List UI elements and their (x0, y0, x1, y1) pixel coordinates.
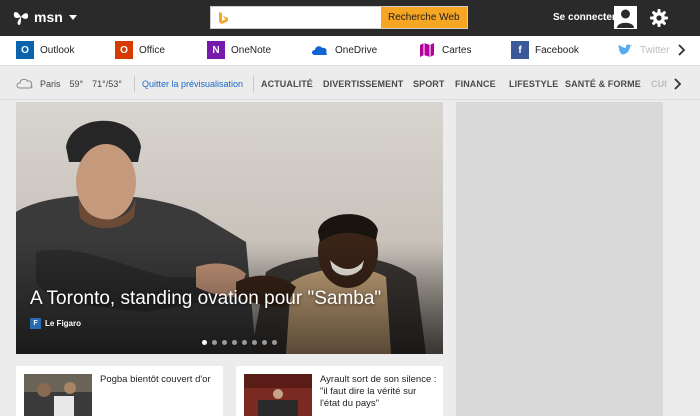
cloud-icon (16, 78, 33, 89)
quit-preview-link[interactable]: Quitter la prévisualisation (142, 79, 243, 89)
app-office[interactable]: O Office (115, 41, 165, 59)
hero-source-label: Le Figaro (45, 319, 82, 328)
hero-source: F Le Figaro (30, 318, 81, 329)
nav-item-finance[interactable]: FINANCE (455, 79, 496, 89)
app-onedrive-label: OneDrive (335, 44, 378, 56)
nav-item-actualite[interactable]: ACTUALITÉ (261, 79, 313, 89)
news-card[interactable]: Ayrault sort de son silence : "il faut d… (236, 366, 443, 416)
maps-icon (418, 41, 436, 59)
news-thumbnail (24, 374, 92, 416)
nav-item-cuisine[interactable]: CUI (651, 79, 667, 89)
chevron-right-icon[interactable] (676, 44, 686, 56)
slide-dot[interactable] (212, 340, 217, 345)
slide-dot[interactable] (232, 340, 237, 345)
app-cartes[interactable]: Cartes (418, 41, 471, 59)
msn-logo[interactable]: msn (12, 8, 77, 26)
app-twitter[interactable]: Twitter (616, 41, 669, 59)
outlook-icon: O (16, 41, 34, 59)
slide-dot[interactable] (222, 340, 227, 345)
app-outlook-label: Outlook (40, 44, 75, 56)
app-outlook[interactable]: O Outlook (16, 41, 74, 59)
onedrive-icon (311, 41, 329, 59)
divider (253, 76, 254, 92)
nav-item-divertissement[interactable]: DIVERTISSEMENT (323, 79, 403, 89)
signin-link[interactable]: Se connecter (553, 12, 616, 23)
nav-item-lifestyle[interactable]: LIFESTYLE (509, 79, 558, 89)
slide-dot[interactable] (252, 340, 257, 345)
hero-headline[interactable]: A Toronto, standing ovation pour "Samba" (30, 288, 381, 310)
search-input[interactable] (234, 7, 381, 28)
app-onenote-label: OneNote (231, 44, 272, 56)
web-search-button[interactable]: Recherche Web (380, 7, 467, 28)
bing-icon (211, 7, 235, 28)
news-thumbnail (244, 374, 312, 416)
butterfly-icon (13, 12, 29, 25)
office-icon: O (115, 41, 133, 59)
hero-image (16, 102, 443, 354)
slide-dot[interactable] (262, 340, 267, 345)
news-card-title: Ayrault sort de son silence : "il faut d… (320, 374, 437, 409)
app-onedrive[interactable]: OneDrive (311, 41, 377, 59)
weather-temp: 59° (69, 78, 84, 89)
le-figaro-logo-icon: F (30, 318, 41, 329)
weather-city: Paris (40, 78, 61, 89)
hero-slideshow[interactable]: A Toronto, standing ovation pour "Samba"… (16, 102, 443, 354)
chevron-down-icon[interactable] (68, 14, 77, 20)
gear-icon[interactable] (649, 8, 669, 28)
weather-range: 71°/53° (92, 78, 122, 89)
slide-dot[interactable] (202, 340, 207, 345)
news-card-title: Pogba bientôt couvert d'or (100, 374, 211, 385)
avatar-icon[interactable] (614, 6, 637, 29)
category-nav: Paris 59° 71°/53° Quitter la prévisualis… (0, 68, 700, 100)
news-card[interactable]: Pogba bientôt couvert d'or (16, 366, 223, 416)
slide-indicators (202, 340, 282, 345)
app-facebook[interactable]: f Facebook (511, 41, 579, 59)
msn-logo-text: msn (34, 9, 63, 25)
app-office-label: Office (139, 44, 165, 56)
apps-bar: O Outlook O Office N OneNote OneDrive Ca… (0, 36, 700, 66)
search-box: Recherche Web (210, 6, 468, 29)
slide-dot[interactable] (242, 340, 247, 345)
twitter-icon (616, 41, 634, 59)
app-twitter-label: Twitter (640, 44, 670, 56)
nav-item-sante-forme[interactable]: SANTÉ & FORME (565, 79, 641, 89)
top-bar: msn Recherche Web Se connecter (0, 0, 700, 36)
nav-item-sport[interactable]: SPORT (413, 79, 445, 89)
slide-dot[interactable] (272, 340, 277, 345)
app-facebook-label: Facebook (535, 44, 579, 56)
onenote-icon: N (207, 41, 225, 59)
divider (134, 76, 135, 92)
chevron-right-icon[interactable] (672, 78, 682, 90)
app-cartes-label: Cartes (442, 44, 472, 56)
facebook-icon: f (511, 41, 529, 59)
weather-widget[interactable]: Paris 59° 71°/53° (16, 78, 131, 89)
ad-panel (456, 102, 663, 416)
app-onenote[interactable]: N OneNote (207, 41, 271, 59)
